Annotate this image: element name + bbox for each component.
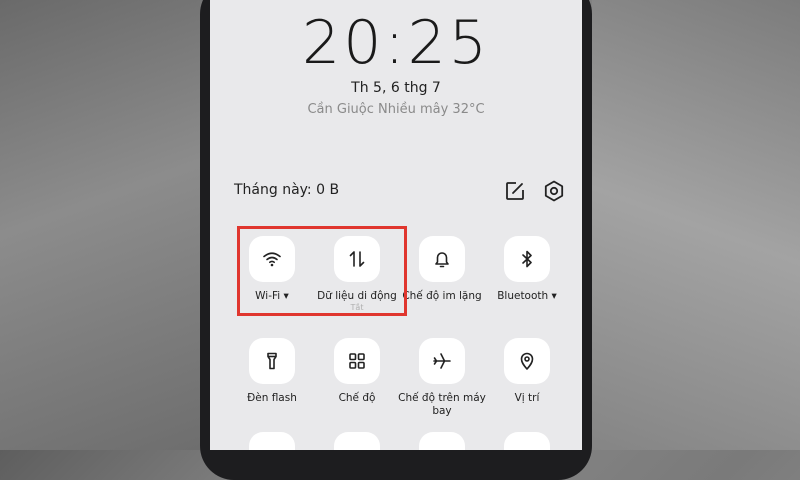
airplane-icon [419, 338, 465, 384]
highlight-box [237, 226, 407, 316]
tile-label: Bluetooth ▾ [497, 290, 557, 302]
tile-bluetooth[interactable]: Bluetooth ▾ [477, 236, 577, 303]
bell-icon [419, 236, 465, 282]
settings-icon[interactable] [542, 179, 566, 203]
tile-icon [504, 432, 550, 450]
tile-icon [419, 432, 465, 450]
phone-screen: 20:25 Th 5, 6 thg 7 Cần Giuộc Nhiều mây … [210, 0, 582, 450]
tile-icon [249, 432, 295, 450]
tile-label: Vị trí [514, 392, 540, 404]
flashlight-icon [249, 338, 295, 384]
weather-label: Cần Giuộc Nhiều mây 32°C [307, 102, 485, 117]
background-right [592, 0, 800, 450]
tile-location[interactable]: Vị trí [477, 338, 577, 405]
grid-icon [334, 338, 380, 384]
tile-row3-4[interactable] [477, 432, 577, 450]
date-label: Th 5, 6 thg 7 [351, 80, 441, 96]
clock: 20:25 [302, 8, 490, 78]
edit-icon[interactable] [504, 180, 526, 202]
background-left [0, 0, 200, 450]
bluetooth-icon [504, 236, 550, 282]
tile-icon [334, 432, 380, 450]
data-usage-label: Tháng này: 0 B [234, 182, 340, 198]
location-icon [504, 338, 550, 384]
